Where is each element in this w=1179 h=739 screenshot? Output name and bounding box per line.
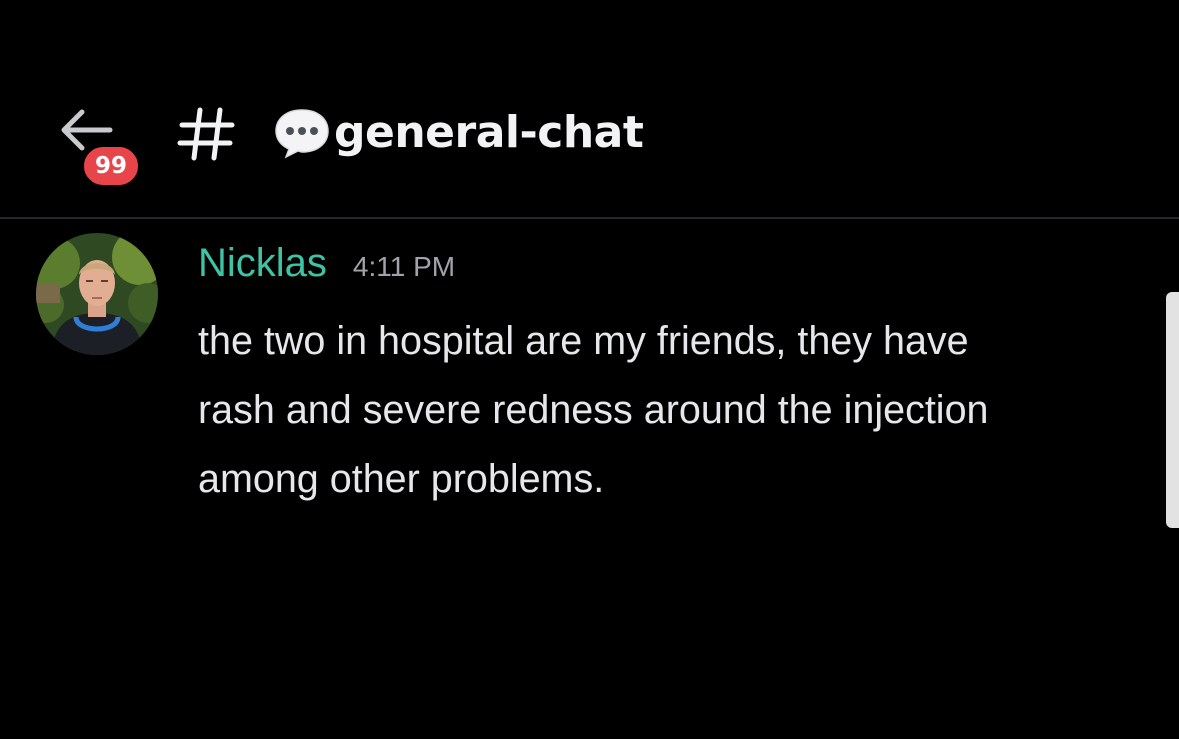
message-timestamp: 4:11 PM (352, 251, 456, 282)
author-name[interactable]: Nicklas (198, 241, 327, 286)
chat-screen: 99 general-chat Nicklas 4:11 PM the two … (0, 0, 1179, 739)
avatar[interactable] (36, 233, 158, 355)
channel-title[interactable]: general-chat (272, 100, 644, 164)
unread-count-badge: 99 (80, 143, 142, 189)
message-text: the two in hospital are my friends, they… (198, 319, 989, 501)
message-header: Nicklas 4:11 PM (198, 241, 455, 286)
speech-bubble-icon (275, 109, 329, 159)
message-item: Nicklas 4:11 PM the two in hospital are … (0, 219, 1179, 519)
scrollbar-handle[interactable] (1166, 292, 1179, 528)
channel-header: 99 general-chat (0, 0, 1179, 218)
avatar-photo (36, 233, 158, 355)
channel-name: general-chat (334, 106, 644, 158)
channel-hash-icon (177, 107, 235, 161)
